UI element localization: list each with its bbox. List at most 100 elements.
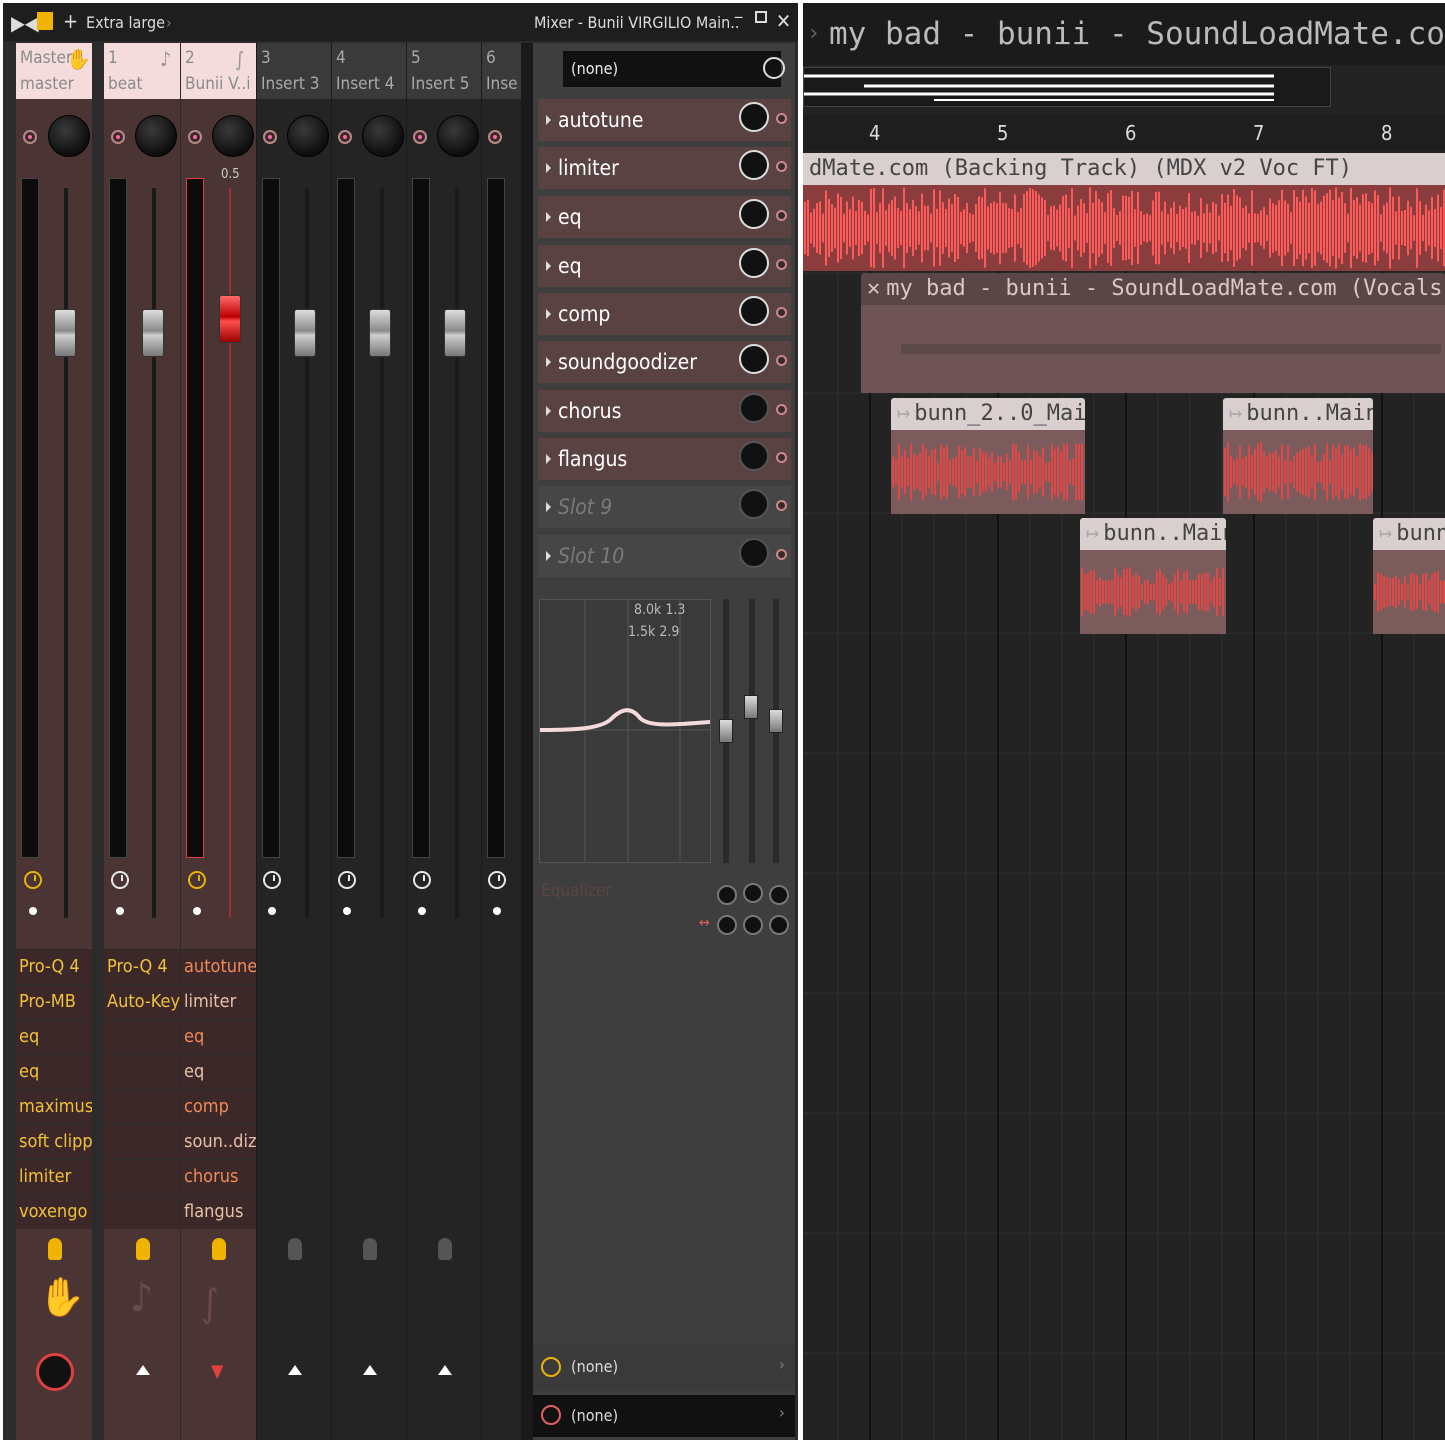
pan-knob[interactable] bbox=[287, 115, 329, 157]
slot-led[interactable] bbox=[776, 259, 787, 270]
slot-led[interactable] bbox=[776, 355, 787, 366]
chevron-right-icon[interactable]: › bbox=[779, 1355, 785, 1374]
mixer-menu-icon[interactable]: ▶◀ bbox=[11, 11, 39, 35]
clock-icon[interactable] bbox=[413, 871, 431, 889]
route-arrow-icon[interactable] bbox=[363, 1365, 377, 1375]
fx-item[interactable]: soft clipper bbox=[16, 1124, 92, 1158]
bulb-icon[interactable] bbox=[48, 1238, 62, 1260]
pan-led[interactable] bbox=[23, 130, 37, 144]
slot-led[interactable] bbox=[776, 307, 787, 318]
chevron-right-icon[interactable]: › bbox=[166, 13, 172, 32]
clip-waveform[interactable] bbox=[803, 185, 1445, 271]
fx-item[interactable]: eq bbox=[16, 1054, 92, 1088]
bulb-icon[interactable] bbox=[438, 1238, 452, 1260]
clip-pattern-3[interactable]: ↦ bunn..Main bbox=[1080, 518, 1226, 550]
fx-slot-1[interactable]: autotune bbox=[538, 99, 791, 141]
volume-fader[interactable] bbox=[294, 309, 316, 357]
eq-knob[interactable] bbox=[717, 885, 737, 905]
bulb-icon[interactable] bbox=[363, 1238, 377, 1260]
chevron-right-icon[interactable]: › bbox=[779, 1403, 785, 1422]
close-icon[interactable]: ✕ bbox=[867, 276, 880, 301]
pan-knob[interactable] bbox=[48, 115, 90, 157]
volume-fader[interactable] bbox=[54, 309, 76, 357]
clock-icon[interactable] bbox=[24, 871, 42, 889]
input-select[interactable]: (none) bbox=[563, 51, 781, 87]
stereo-knob[interactable] bbox=[36, 1353, 74, 1391]
fx-item[interactable]: autotune bbox=[181, 949, 256, 983]
strip-header[interactable]: 3 Insert 3 bbox=[257, 43, 331, 99]
slot-led[interactable] bbox=[776, 161, 787, 172]
slot-led[interactable] bbox=[776, 452, 787, 463]
mix-knob[interactable] bbox=[739, 102, 769, 132]
route-dot[interactable] bbox=[493, 907, 501, 915]
output-select-2[interactable]: (none) bbox=[571, 1406, 618, 1425]
route-down-arrow-icon[interactable]: ▼ bbox=[211, 1361, 223, 1382]
mix-knob[interactable] bbox=[739, 538, 769, 568]
fx-item[interactable]: Pro-Q 4 bbox=[16, 949, 92, 983]
clock-icon[interactable] bbox=[541, 1357, 561, 1377]
pan-knob[interactable] bbox=[135, 115, 177, 157]
clip-waveform[interactable] bbox=[1080, 550, 1226, 634]
fx-item[interactable] bbox=[104, 1054, 180, 1088]
timeline-ruler[interactable]: 4 5 6 7 8 bbox=[803, 115, 1445, 151]
route-arrow-icon[interactable] bbox=[288, 1365, 302, 1375]
clip-pattern-4[interactable]: ↦ bunn bbox=[1373, 518, 1445, 550]
route-dot[interactable] bbox=[418, 907, 426, 915]
mixer-scrollbar[interactable] bbox=[521, 43, 533, 1440]
clip-vocals[interactable]: ✕ my bad - bunii - SoundLoadMate.com (Voc… bbox=[861, 273, 1445, 305]
slot-led[interactable] bbox=[776, 113, 787, 124]
fx-item[interactable]: eq bbox=[181, 1019, 256, 1053]
clock-icon[interactable] bbox=[188, 871, 206, 889]
output-select-1[interactable]: (none) bbox=[571, 1357, 618, 1376]
eq-knob[interactable] bbox=[743, 883, 763, 903]
route-dot[interactable] bbox=[116, 907, 124, 915]
clip-waveform[interactable] bbox=[891, 430, 1085, 514]
route-dot[interactable] bbox=[29, 907, 37, 915]
route-arrow-icon[interactable] bbox=[438, 1365, 452, 1375]
bulb-icon[interactable] bbox=[212, 1238, 226, 1260]
route-arrow-icon[interactable] bbox=[136, 1365, 150, 1375]
pan-led[interactable] bbox=[413, 130, 427, 144]
fx-item[interactable] bbox=[104, 1089, 180, 1123]
output-icon[interactable] bbox=[541, 1405, 561, 1425]
pan-knob[interactable] bbox=[212, 115, 254, 157]
clock-icon[interactable] bbox=[263, 871, 281, 889]
clock-icon[interactable] bbox=[111, 871, 129, 889]
clip-waveform[interactable] bbox=[1223, 430, 1373, 514]
volume-fader[interactable] bbox=[219, 295, 241, 343]
fx-slot-10[interactable]: Slot 10 bbox=[538, 535, 791, 577]
fx-slot-2[interactable]: limiter bbox=[538, 147, 791, 189]
strip-header[interactable]: 2 Bunii V..ilith bbox=[181, 43, 256, 99]
fx-item[interactable] bbox=[104, 1019, 180, 1053]
fx-item[interactable]: Auto-Key 2 bbox=[104, 984, 180, 1018]
fx-slot-6[interactable]: soundgoodizer bbox=[538, 341, 791, 383]
pan-knob[interactable] bbox=[437, 115, 479, 157]
overview-strip[interactable] bbox=[803, 67, 1331, 107]
fx-item[interactable]: Pro-MB bbox=[16, 984, 92, 1018]
bulb-icon[interactable] bbox=[288, 1238, 302, 1260]
eq-band-fader[interactable] bbox=[744, 695, 758, 719]
clip-backing-track[interactable]: dMate.com (Backing Track) (MDX v2 Voc FT… bbox=[803, 153, 1445, 185]
mixer-strip-4[interactable]: 4 Insert 4 bbox=[331, 43, 406, 1440]
clip-pattern-1[interactable]: ↦ bunn_2..0_Main bbox=[891, 398, 1085, 430]
mixer-strip-1[interactable]: 1 beat ♪ Pro-Q 4 Auto-Key 2 ♪ bbox=[104, 43, 180, 1440]
slot-led[interactable] bbox=[776, 549, 787, 560]
fx-item[interactable]: limiter bbox=[181, 984, 256, 1018]
mixer-strip-3[interactable]: 3 Insert 3 bbox=[256, 43, 331, 1440]
pan-led[interactable] bbox=[488, 130, 502, 144]
clock-icon[interactable] bbox=[763, 57, 785, 79]
pan-knob[interactable] bbox=[362, 115, 404, 157]
mixer-strip-6[interactable]: 6 Inser bbox=[481, 43, 521, 1440]
fx-item[interactable]: soun..dizer bbox=[181, 1124, 256, 1158]
eq-knob[interactable] bbox=[769, 915, 789, 935]
mixer-strip-5[interactable]: 5 Insert 5 bbox=[406, 43, 481, 1440]
mix-knob[interactable] bbox=[739, 296, 769, 326]
fx-item[interactable]: comp bbox=[181, 1089, 256, 1123]
mix-knob[interactable] bbox=[739, 248, 769, 278]
eq-knob[interactable] bbox=[743, 915, 763, 935]
chevron-right-icon[interactable]: › bbox=[807, 3, 820, 65]
pan-led[interactable] bbox=[188, 130, 202, 144]
close-icon[interactable]: ✕ bbox=[776, 9, 791, 33]
fx-slot-3[interactable]: eq bbox=[538, 196, 791, 238]
route-dot[interactable] bbox=[343, 907, 351, 915]
